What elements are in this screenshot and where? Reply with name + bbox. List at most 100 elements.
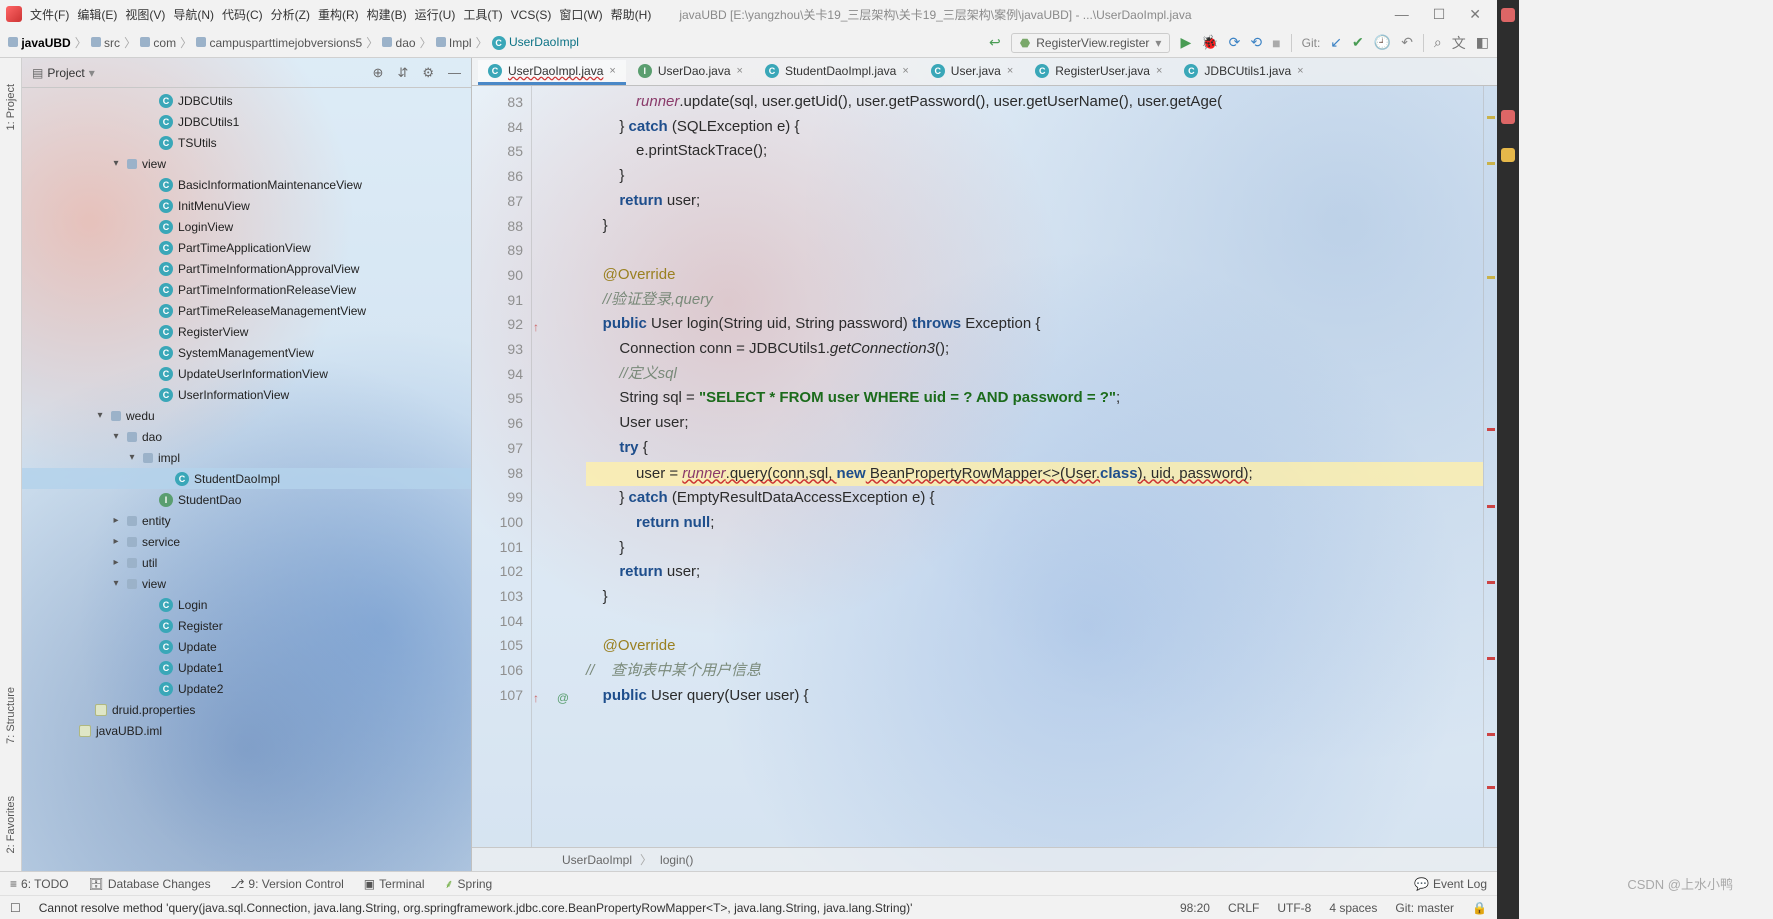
close-tab-icon[interactable]: × [1156, 65, 1162, 77]
expand-panel-icon[interactable]: ◧ [1476, 34, 1489, 51]
tool-tab-favorites[interactable]: 2: Favorites [3, 790, 19, 859]
editor-tab[interactable]: IUserDao.java× [628, 60, 753, 85]
tool-terminal[interactable]: ▣ Terminal [364, 877, 425, 891]
minimize-button[interactable]: — [1395, 6, 1409, 23]
menu-item[interactable]: 视图(V) [121, 6, 169, 24]
tree-node[interactable]: ▾dao [22, 426, 471, 447]
close-button[interactable]: ✕ [1469, 6, 1481, 23]
tree-node[interactable]: javaUBD.iml [22, 720, 471, 741]
lock-icon[interactable]: 🔒 [1472, 901, 1487, 915]
vcs-rollback-icon[interactable]: ↶ [1401, 34, 1413, 51]
tool-tab-project[interactable]: 1: Project [3, 78, 19, 136]
project-tree[interactable]: CJDBCUtilsCJDBCUtils1CTSUtils▾viewCBasic… [22, 88, 471, 871]
tree-node[interactable]: CUpdate2 [22, 678, 471, 699]
run-config-dropdown[interactable]: ⬣ RegisterView.register ▾ [1011, 33, 1171, 53]
menu-item[interactable]: 分析(Z) [267, 6, 314, 24]
menu-item[interactable]: 构建(B) [363, 6, 411, 24]
breadcrumb[interactable]: javaUBD〉 src〉 com〉 campusparttimejobvers… [8, 34, 579, 51]
tree-node[interactable]: CRegister [22, 615, 471, 636]
maximize-button[interactable]: ☐ [1433, 6, 1446, 23]
menu-item[interactable]: 导航(N) [169, 6, 218, 24]
editor-tab[interactable]: CUser.java× [921, 60, 1023, 85]
tree-node[interactable]: CPartTimeInformationApprovalView [22, 258, 471, 279]
menu-item[interactable]: 窗口(W) [555, 6, 606, 24]
project-view-select[interactable]: ▤Project▾ [32, 66, 95, 80]
menu-item[interactable]: 重构(R) [314, 6, 363, 24]
tree-node[interactable]: CSystemManagementView [22, 342, 471, 363]
close-tab-icon[interactable]: × [902, 65, 908, 77]
tree-node[interactable]: CUpdate [22, 636, 471, 657]
line-gutter[interactable]: 83848586878889909192↑9394959697989910010… [472, 86, 532, 847]
tool-vcs[interactable]: ⎇ 9: Version Control [231, 877, 344, 891]
tree-node[interactable]: CPartTimeReleaseManagementView [22, 300, 471, 321]
rs-icon-3[interactable] [1501, 148, 1515, 162]
tree-node[interactable]: CUpdate1 [22, 657, 471, 678]
menu-item[interactable]: 编辑(E) [73, 6, 121, 24]
tree-node[interactable]: CBasicInformationMaintenanceView [22, 174, 471, 195]
close-tab-icon[interactable]: × [1297, 65, 1303, 77]
editor-tab[interactable]: CStudentDaoImpl.java× [755, 60, 919, 85]
line-separator[interactable]: CRLF [1228, 901, 1259, 915]
tree-node[interactable]: CTSUtils [22, 132, 471, 153]
search-everywhere-icon[interactable]: ⌕ [1434, 34, 1442, 51]
tree-node[interactable]: CLogin [22, 594, 471, 615]
tree-node[interactable]: CUpdateUserInformationView [22, 363, 471, 384]
tree-node[interactable]: IStudentDao [22, 489, 471, 510]
close-tab-icon[interactable]: × [609, 65, 615, 77]
tree-node[interactable]: CRegisterView [22, 321, 471, 342]
tool-spring[interactable]: ⸙ Spring [445, 875, 493, 892]
tool-db-changes[interactable]: 🗄 Database Changes [89, 877, 211, 891]
run-button[interactable]: ▶ [1180, 34, 1191, 51]
tree-node[interactable]: CPartTimeApplicationView [22, 237, 471, 258]
tree-node[interactable]: ▾impl [22, 447, 471, 468]
rs-icon-1[interactable] [1501, 8, 1515, 22]
locate-icon[interactable]: ⊕ [373, 65, 384, 81]
git-branch[interactable]: Git: master [1395, 901, 1454, 915]
caret-position[interactable]: 98:20 [1180, 901, 1210, 915]
editor-tab[interactable]: CUserDaoImpl.java× [478, 60, 626, 85]
file-encoding[interactable]: UTF-8 [1277, 901, 1311, 915]
menu-item[interactable]: 文件(F) [26, 6, 73, 24]
expand-all-icon[interactable]: ⇵ [397, 65, 408, 81]
error-stripe[interactable] [1483, 86, 1497, 847]
rs-icon-2[interactable] [1501, 110, 1515, 124]
stop-button[interactable]: ■ [1272, 35, 1280, 51]
editor-breadcrumb[interactable]: UserDaoImpl〉login() [472, 847, 1497, 871]
ide-settings-icon[interactable]: 文 [1452, 33, 1466, 53]
tree-node[interactable]: ▸service [22, 531, 471, 552]
tool-todo[interactable]: ≡ 6: TODO [10, 877, 69, 891]
hide-panel-icon[interactable]: — [448, 65, 461, 81]
tree-node[interactable]: CJDBCUtils1 [22, 111, 471, 132]
vcs-update-icon[interactable]: ↙ [1330, 34, 1342, 51]
tree-node[interactable]: ▸entity [22, 510, 471, 531]
tree-node[interactable]: CLoginView [22, 216, 471, 237]
menu-item[interactable]: VCS(S) [507, 6, 556, 24]
tree-node[interactable]: CStudentDaoImpl [22, 468, 471, 489]
tree-node[interactable]: CUserInformationView [22, 384, 471, 405]
editor-tab[interactable]: CRegisterUser.java× [1025, 60, 1172, 85]
close-tab-icon[interactable]: × [1007, 65, 1013, 77]
settings-gear-icon[interactable]: ⚙ [422, 65, 434, 81]
tool-tab-structure[interactable]: 7: Structure [3, 681, 19, 750]
back-nav-icon[interactable]: ↩ [989, 34, 1001, 51]
menu-item[interactable]: 运行(U) [411, 6, 460, 24]
editor-tab[interactable]: CJDBCUtils1.java× [1174, 60, 1313, 85]
vcs-commit-icon[interactable]: ✔ [1352, 34, 1364, 51]
indent-setting[interactable]: 4 spaces [1329, 901, 1377, 915]
tree-node[interactable]: CPartTimeInformationReleaseView [22, 279, 471, 300]
tree-node[interactable]: ▾view [22, 153, 471, 174]
vcs-history-icon[interactable]: 🕘 [1374, 34, 1391, 51]
tree-node[interactable]: ▸util [22, 552, 471, 573]
menu-item[interactable]: 代码(C) [218, 6, 267, 24]
event-log[interactable]: 💬 Event Log [1414, 877, 1487, 891]
menu-item[interactable]: 工具(T) [459, 6, 506, 24]
tree-node[interactable]: ▾wedu [22, 405, 471, 426]
tree-node[interactable]: CInitMenuView [22, 195, 471, 216]
close-tab-icon[interactable]: × [737, 65, 743, 77]
tree-node[interactable]: ▾view [22, 573, 471, 594]
menu-item[interactable]: 帮助(H) [607, 6, 656, 24]
code-editor[interactable]: runner.update(sql, user.getUid(), user.g… [576, 86, 1483, 847]
coverage-button[interactable]: ⟳ [1229, 34, 1241, 51]
profile-button[interactable]: ⟲ [1250, 34, 1262, 51]
tree-node[interactable]: CJDBCUtils [22, 90, 471, 111]
